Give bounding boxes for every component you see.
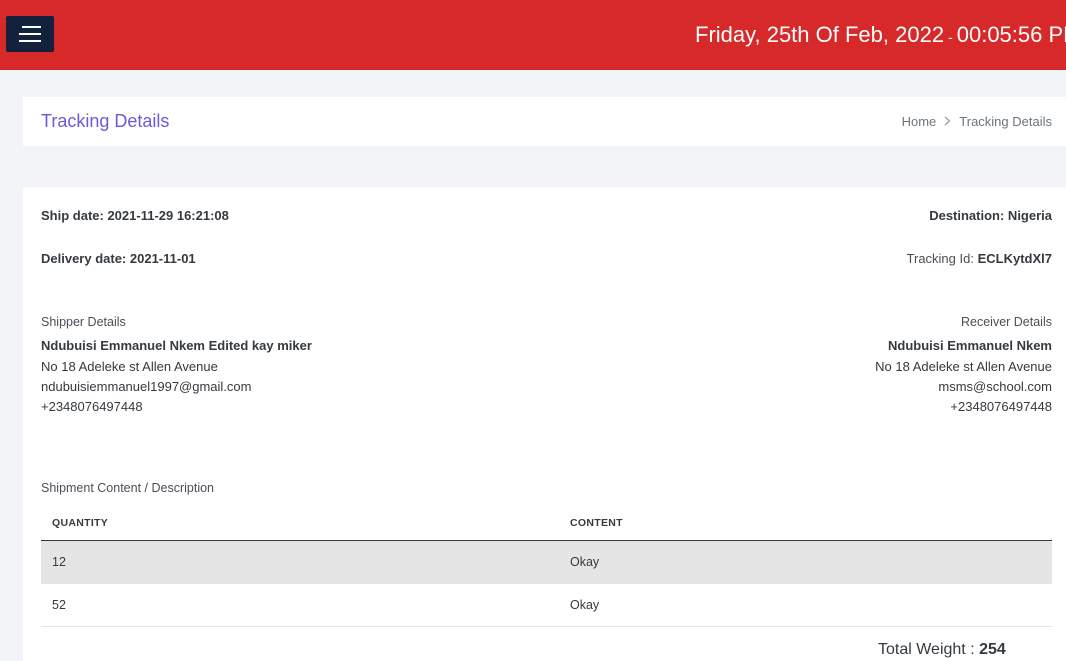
hamburger-line	[22, 26, 41, 28]
receiver-details: Receiver Details Ndubuisi Emmanuel Nkem …	[875, 312, 1052, 417]
shipper-name: Ndubuisi Emmanuel Nkem Edited kay miker	[41, 338, 312, 354]
hamburger-line	[19, 33, 41, 35]
total-weight: Total Weight : 254	[878, 641, 1006, 659]
ship-date: Ship date: 2021-11-29 16:21:08	[41, 208, 229, 223]
chevron-right-icon	[944, 114, 951, 129]
column-header-content: CONTENT	[559, 506, 1052, 541]
breadcrumb-home-link[interactable]: Home	[902, 114, 937, 129]
shipper-email: ndubuisiemmanuel1997@gmail.com	[41, 378, 252, 394]
breadcrumb: Home Tracking Details	[902, 114, 1052, 129]
shipper-address: No 18 Adeleke st Allen Avenue	[41, 358, 218, 374]
column-header-quantity: QUANTITY	[41, 506, 559, 541]
receiver-phone: +2348076497448	[950, 399, 1052, 415]
receiver-email: msms@school.com	[938, 378, 1052, 394]
quantity-cell: 52	[41, 583, 559, 627]
tracking-id-value: ECLKytdXl7	[977, 251, 1052, 266]
shipper-details-heading: Shipper Details	[41, 315, 126, 329]
breadcrumb-current: Tracking Details	[959, 114, 1052, 129]
content-cell: Okay	[559, 583, 1052, 627]
table-row: 12 Okay	[41, 540, 1052, 584]
hamburger-line	[19, 40, 41, 42]
delivery-date: Delivery date: 2021-11-01	[41, 251, 196, 266]
shipper-phone: +2348076497448	[41, 399, 143, 415]
page-title: Tracking Details	[41, 111, 170, 131]
tracking-details-card: Ship date: 2021-11-29 16:21:08 Destinati…	[23, 187, 1066, 661]
shipper-details: Shipper Details Ndubuisi Emmanuel Nkem E…	[41, 312, 312, 417]
shipment-content-table: QUANTITY CONTENT 12 Okay 52 Okay	[41, 506, 1052, 627]
table-header-row: QUANTITY CONTENT	[41, 506, 1052, 541]
date-time-display: Friday, 25th Of Feb, 2022-00:05:56 PM	[695, 21, 1066, 51]
top-bar: Friday, 25th Of Feb, 2022-00:05:56 PM	[0, 0, 1066, 70]
destination: Destination: Nigeria	[929, 208, 1052, 223]
shipment-content-title: Shipment Content / Description	[41, 481, 215, 495]
tracking-id-row: Tracking Id: ECLKytdXl7	[907, 251, 1052, 266]
receiver-address: No 18 Adeleke st Allen Avenue	[875, 358, 1052, 374]
tracking-id-label: Tracking Id:	[906, 251, 974, 266]
table-row: 52 Okay	[41, 583, 1052, 627]
current-time: 00:05:56 PM	[956, 22, 1066, 47]
total-weight-value: 254	[979, 641, 1006, 658]
date-time-separator: -	[948, 29, 953, 45]
page-title-card: Tracking Details Home Tracking Details	[23, 97, 1066, 146]
quantity-cell: 12	[41, 540, 559, 584]
content-cell: Okay	[559, 540, 1052, 584]
receiver-details-heading: Receiver Details	[960, 315, 1052, 329]
current-date: Friday, 25th Of Feb, 2022	[695, 22, 945, 47]
total-weight-label: Total Weight :	[878, 641, 975, 658]
receiver-name: Ndubuisi Emmanuel Nkem	[888, 338, 1052, 354]
hamburger-menu-button[interactable]	[6, 16, 54, 52]
